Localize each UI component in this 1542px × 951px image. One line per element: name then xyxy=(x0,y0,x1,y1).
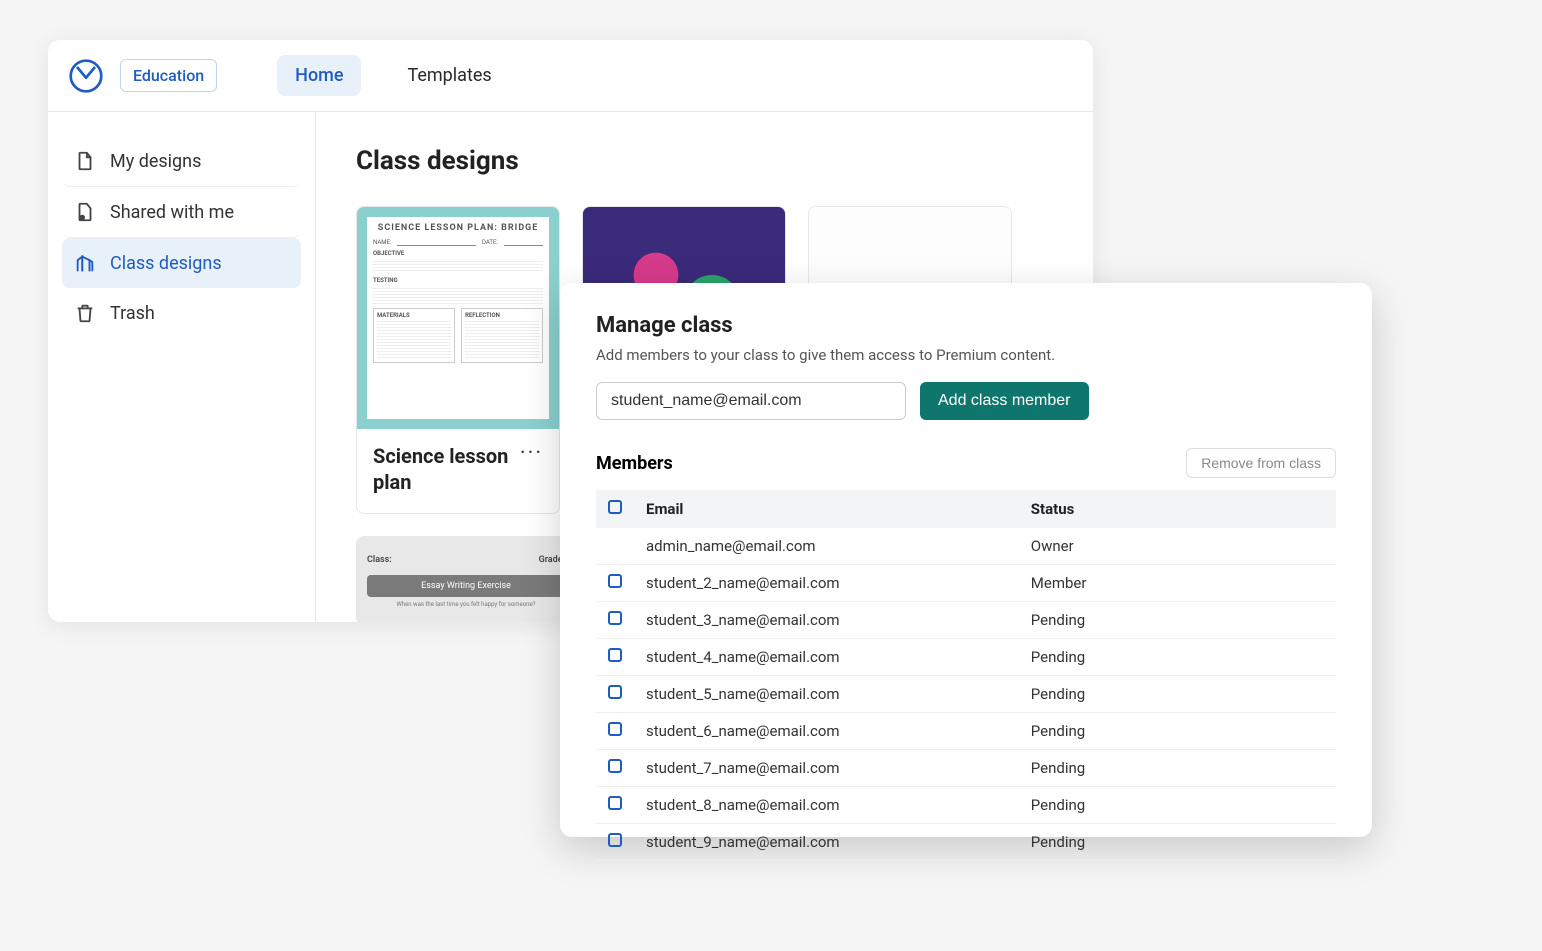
design-card[interactable]: SCIENCE LESSON PLAN: BRIDGE NAME:DATE: O… xyxy=(356,206,560,514)
member-email: student_2_name@email.com xyxy=(634,565,1019,602)
remove-from-class-button[interactable]: Remove from class xyxy=(1186,448,1336,478)
member-email-input[interactable] xyxy=(596,382,906,420)
add-class-member-button[interactable]: Add class member xyxy=(920,382,1089,420)
thumb-heading: SCIENCE LESSON PLAN: BRIDGE xyxy=(373,223,543,233)
member-checkbox[interactable] xyxy=(608,648,622,662)
member-row: student_2_name@email.comMember xyxy=(596,565,1336,602)
logo-icon xyxy=(68,58,104,94)
thumb-sub: When was the last time you felt happy fo… xyxy=(367,601,565,608)
column-status: Status xyxy=(1019,490,1336,528)
design-card[interactable]: Class: Grade: Essay Writing Exercise Whe… xyxy=(356,536,576,622)
member-checkbox[interactable] xyxy=(608,759,622,773)
page-title: Class designs xyxy=(356,146,1053,176)
member-checkbox[interactable] xyxy=(608,833,622,847)
add-member-row: Add class member xyxy=(596,382,1336,420)
member-email: student_7_name@email.com xyxy=(634,750,1019,787)
member-email: student_6_name@email.com xyxy=(634,713,1019,750)
card-title: Science lesson plan xyxy=(373,443,520,495)
member-checkbox[interactable] xyxy=(608,685,622,699)
nav-home[interactable]: Home xyxy=(277,55,361,96)
member-email: student_3_name@email.com xyxy=(634,602,1019,639)
member-checkbox[interactable] xyxy=(608,722,622,736)
modal-subtitle: Add members to your class to give them a… xyxy=(596,346,1336,364)
member-row: student_8_name@email.comPending xyxy=(596,787,1336,824)
member-checkbox[interactable] xyxy=(608,796,622,810)
trash-icon xyxy=(74,302,96,324)
sidebar-item-label: Shared with me xyxy=(110,202,234,223)
members-heading: Members xyxy=(596,453,673,474)
file-icon xyxy=(74,150,96,172)
nav-templates[interactable]: Templates xyxy=(389,55,509,96)
member-status: Pending xyxy=(1019,787,1336,824)
member-status: Member xyxy=(1019,565,1336,602)
member-email: admin_name@email.com xyxy=(634,528,1019,565)
modal-title: Manage class xyxy=(596,313,1336,338)
member-row: student_5_name@email.comPending xyxy=(596,676,1336,713)
thumb-bar: Essay Writing Exercise xyxy=(367,575,565,597)
member-status: Pending xyxy=(1019,824,1336,861)
member-checkbox[interactable] xyxy=(608,574,622,588)
sidebar-item-class-designs[interactable]: Class designs xyxy=(62,238,301,288)
thumb-label: Class: xyxy=(367,555,392,565)
card-menu-icon[interactable]: ··· xyxy=(520,443,543,465)
manage-class-modal: Manage class Add members to your class t… xyxy=(560,283,1372,837)
member-status: Pending xyxy=(1019,676,1336,713)
card-thumbnail: Class: Grade: Essay Writing Exercise Whe… xyxy=(357,537,575,622)
member-row: student_3_name@email.comPending xyxy=(596,602,1336,639)
member-email: student_5_name@email.com xyxy=(634,676,1019,713)
member-row: admin_name@email.comOwner xyxy=(596,528,1336,565)
member-email: student_9_name@email.com xyxy=(634,824,1019,861)
member-row: student_7_name@email.comPending xyxy=(596,750,1336,787)
sidebar-item-my-designs[interactable]: My designs xyxy=(62,136,301,187)
members-table: Email Status admin_name@email.comOwnerst… xyxy=(596,490,1336,861)
member-row: student_6_name@email.comPending xyxy=(596,713,1336,750)
member-status: Pending xyxy=(1019,750,1336,787)
sidebar-item-label: Class designs xyxy=(110,253,222,274)
column-email: Email xyxy=(634,490,1019,528)
sidebar-item-trash[interactable]: Trash xyxy=(62,288,301,338)
sidebar: My designs Shared with me Class designs … xyxy=(48,112,316,622)
topbar: Education Home Templates xyxy=(48,40,1093,112)
member-status: Pending xyxy=(1019,713,1336,750)
top-nav: Home Templates xyxy=(277,55,510,96)
select-all-checkbox[interactable] xyxy=(608,500,622,514)
class-icon xyxy=(74,252,96,274)
members-header-row: Members Remove from class xyxy=(596,448,1336,478)
member-status: Pending xyxy=(1019,639,1336,676)
shared-icon xyxy=(74,201,96,223)
card-thumbnail: SCIENCE LESSON PLAN: BRIDGE NAME:DATE: O… xyxy=(357,207,559,429)
member-email: student_4_name@email.com xyxy=(634,639,1019,676)
education-badge[interactable]: Education xyxy=(120,59,217,92)
sidebar-item-shared[interactable]: Shared with me xyxy=(62,187,301,238)
member-email: student_8_name@email.com xyxy=(634,787,1019,824)
member-status: Pending xyxy=(1019,602,1336,639)
member-row: student_4_name@email.comPending xyxy=(596,639,1336,676)
sidebar-item-label: My designs xyxy=(110,151,201,172)
sidebar-item-label: Trash xyxy=(110,303,155,324)
member-checkbox[interactable] xyxy=(608,611,622,625)
member-status: Owner xyxy=(1019,528,1336,565)
member-row: student_9_name@email.comPending xyxy=(596,824,1336,861)
